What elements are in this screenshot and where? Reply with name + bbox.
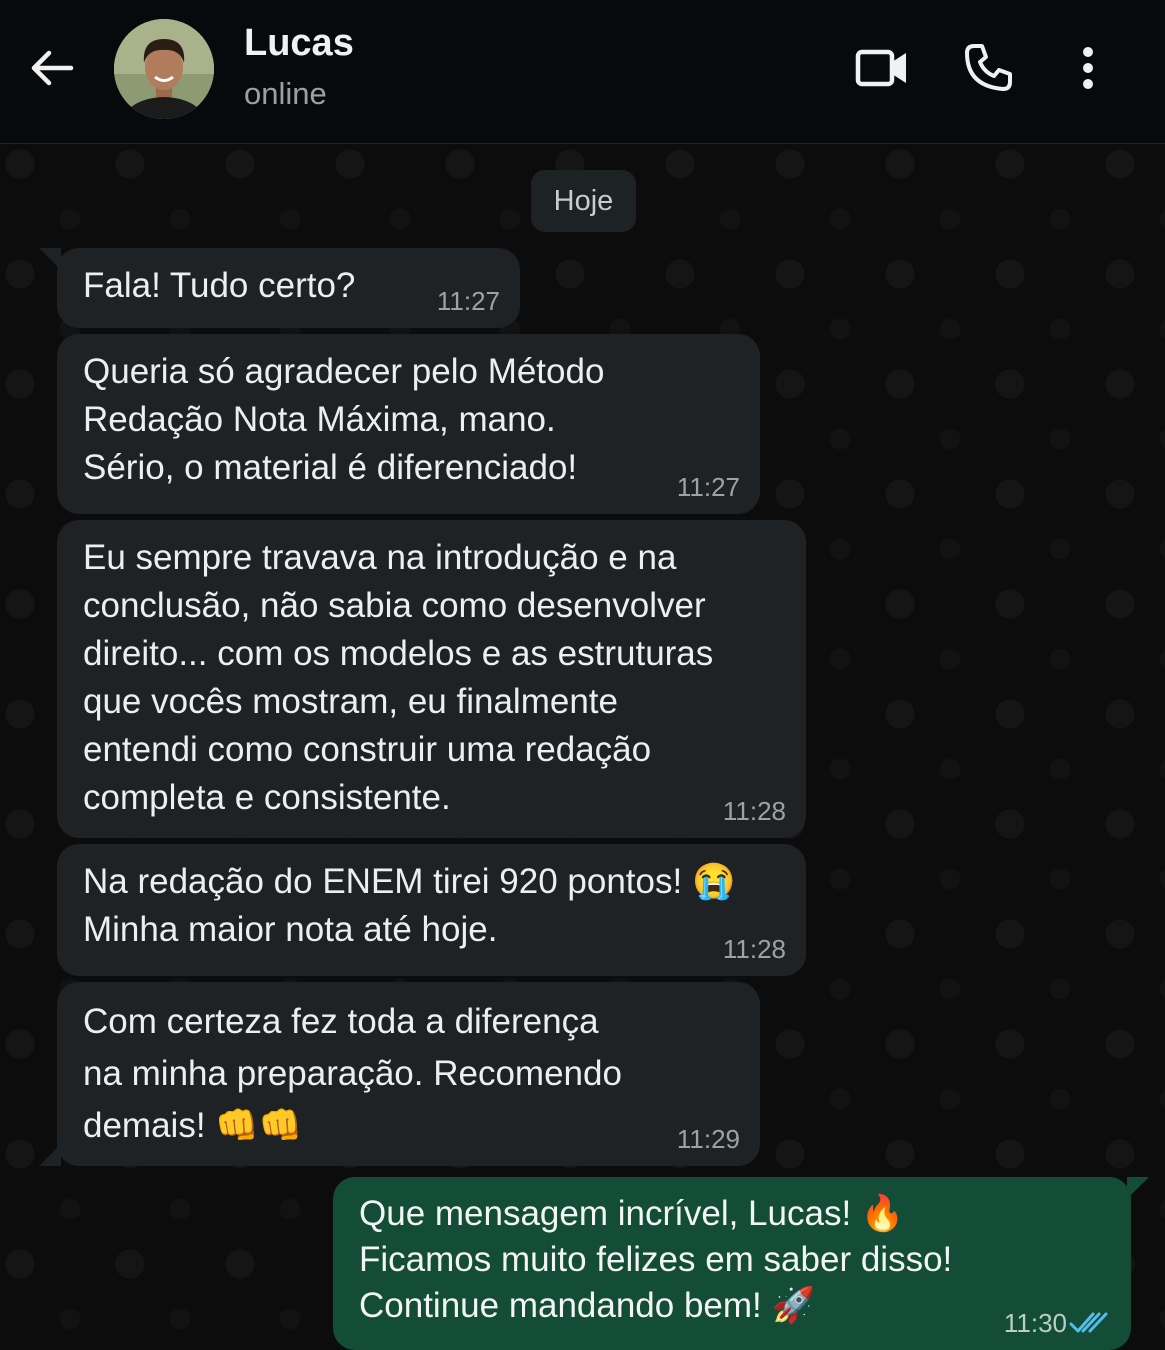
- chat-header: Lucas online: [0, 0, 1165, 144]
- bubble-tail: [39, 248, 61, 270]
- message-bubble-incoming[interactable]: Fala! Tudo certo? 11:27: [39, 248, 520, 328]
- avatar[interactable]: [114, 19, 214, 119]
- contact-status: online: [244, 76, 327, 111]
- date-separator: Hoje: [531, 170, 636, 232]
- message-time: 11:27: [436, 286, 500, 316]
- message-time: 11:27: [676, 472, 740, 502]
- chat-screen: Lucas online Hoje Fala! Tudo certo? 11:2…: [0, 0, 1165, 1350]
- message-bubble-incoming[interactable]: Eu sempre travava na introdução e na con…: [57, 520, 806, 838]
- message-bubble-outgoing[interactable]: Que mensagem incrível, Lucas! 🔥 Ficamos …: [333, 1177, 1149, 1350]
- bubble-tail: [39, 1144, 61, 1166]
- message-time: 11:28: [722, 934, 786, 964]
- phone-icon: [965, 44, 1012, 91]
- message-text: Fala! Tudo certo?: [83, 266, 356, 305]
- more-options-button[interactable]: [1058, 38, 1118, 98]
- message-time: 11:28: [722, 796, 786, 826]
- message-text: Com certeza fez toda a diferença na minh…: [83, 1002, 622, 1145]
- back-button[interactable]: [22, 40, 82, 96]
- read-receipt-icon: [1069, 1312, 1108, 1333]
- bubble-tail: [1127, 1177, 1149, 1199]
- voice-call-button[interactable]: [958, 38, 1018, 98]
- contact-name[interactable]: Lucas: [244, 22, 354, 65]
- message-bubble-incoming[interactable]: Com certeza fez toda a diferença na minh…: [39, 982, 760, 1166]
- more-vertical-icon: [1083, 47, 1093, 89]
- message-text: Na redação do ENEM tirei 920 pontos! 😭 M…: [83, 862, 736, 949]
- video-call-button[interactable]: [852, 38, 912, 98]
- message-time: 11:29: [676, 1124, 740, 1154]
- message-list[interactable]: Hoje Fala! Tudo certo? 11:27 Queria só a…: [0, 144, 1165, 1350]
- message-text: Eu sempre travava na introdução e na con…: [83, 538, 714, 817]
- message-text: Queria só agradecer pelo Método Redação …: [83, 352, 605, 487]
- message-bubble-incoming[interactable]: Na redação do ENEM tirei 920 pontos! 😭 M…: [57, 844, 806, 976]
- message-text: Que mensagem incrível, Lucas! 🔥 Ficamos …: [359, 1194, 953, 1325]
- message-time: 11:30: [1003, 1308, 1067, 1338]
- arrow-left-icon: [31, 50, 74, 86]
- contact-photo: [114, 19, 214, 119]
- message-bubble-incoming[interactable]: Queria só agradecer pelo Método Redação …: [57, 334, 760, 514]
- video-camera-icon: [855, 49, 906, 87]
